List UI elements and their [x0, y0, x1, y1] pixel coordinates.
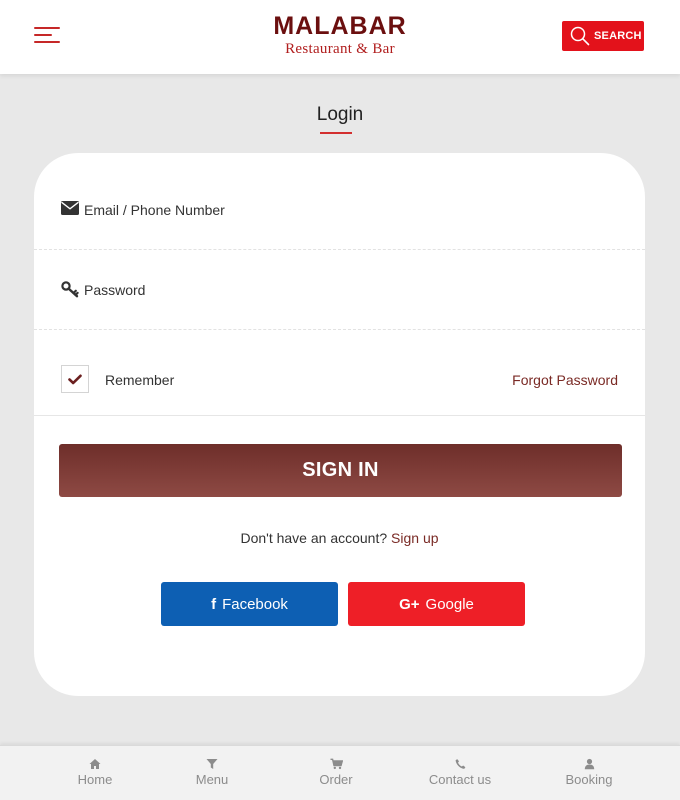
- nav-item-contact[interactable]: Contact us: [415, 758, 505, 787]
- nav-item-menu[interactable]: Menu: [167, 758, 257, 787]
- bottom-nav: Home Menu Order Contact us Booking: [0, 745, 680, 800]
- remember-checkbox[interactable]: [61, 365, 89, 393]
- facebook-icon: f: [211, 595, 217, 613]
- remember-row: Remember Forgot Password: [34, 330, 645, 416]
- facebook-login-button[interactable]: f Facebook: [161, 582, 338, 626]
- google-label: Google: [425, 595, 474, 613]
- app-header: MALABAR Restaurant & Bar SEARCH: [0, 0, 680, 74]
- search-button[interactable]: SEARCH: [562, 21, 644, 51]
- envelope-icon: [61, 201, 79, 220]
- email-field[interactable]: Email / Phone Number: [34, 170, 645, 250]
- nav-item-home[interactable]: Home: [50, 758, 140, 787]
- title-underline: [320, 132, 352, 134]
- phone-icon: [455, 759, 465, 769]
- key-icon: [61, 281, 79, 303]
- google-plus-icon: G+: [399, 595, 420, 613]
- password-field[interactable]: Password: [34, 250, 645, 330]
- user-icon: [584, 758, 594, 770]
- remember-label: Remember: [105, 372, 175, 388]
- nav-label: Contact us: [428, 772, 492, 787]
- nav-label: Order: [319, 772, 353, 787]
- forgot-password-link[interactable]: Forgot Password: [512, 372, 618, 388]
- google-login-button[interactable]: G+ Google: [348, 582, 525, 626]
- password-label: Password: [84, 282, 146, 298]
- home-icon: [89, 759, 101, 769]
- cart-icon: [330, 758, 343, 770]
- nav-label: Booking: [565, 772, 613, 787]
- page-title: Login: [316, 104, 364, 125]
- signup-row: Don't have an account? Sign up: [34, 530, 645, 546]
- checkmark-icon: [68, 374, 82, 384]
- login-card: Email / Phone Number Password Remember F…: [34, 153, 645, 696]
- facebook-label: Facebook: [222, 595, 288, 613]
- nav-item-order[interactable]: Order: [291, 758, 381, 787]
- nav-item-booking[interactable]: Booking: [544, 758, 634, 787]
- sign-up-link[interactable]: Sign up: [391, 530, 438, 546]
- email-label: Email / Phone Number: [84, 202, 225, 218]
- nav-label: Menu: [195, 772, 229, 787]
- nav-label: Home: [77, 772, 113, 787]
- sign-in-button[interactable]: SIGN IN: [59, 444, 622, 497]
- filter-icon: [206, 759, 218, 769]
- search-label: SEARCH: [594, 30, 642, 42]
- search-icon: [570, 26, 590, 46]
- signup-prompt: Don't have an account?: [240, 530, 388, 546]
